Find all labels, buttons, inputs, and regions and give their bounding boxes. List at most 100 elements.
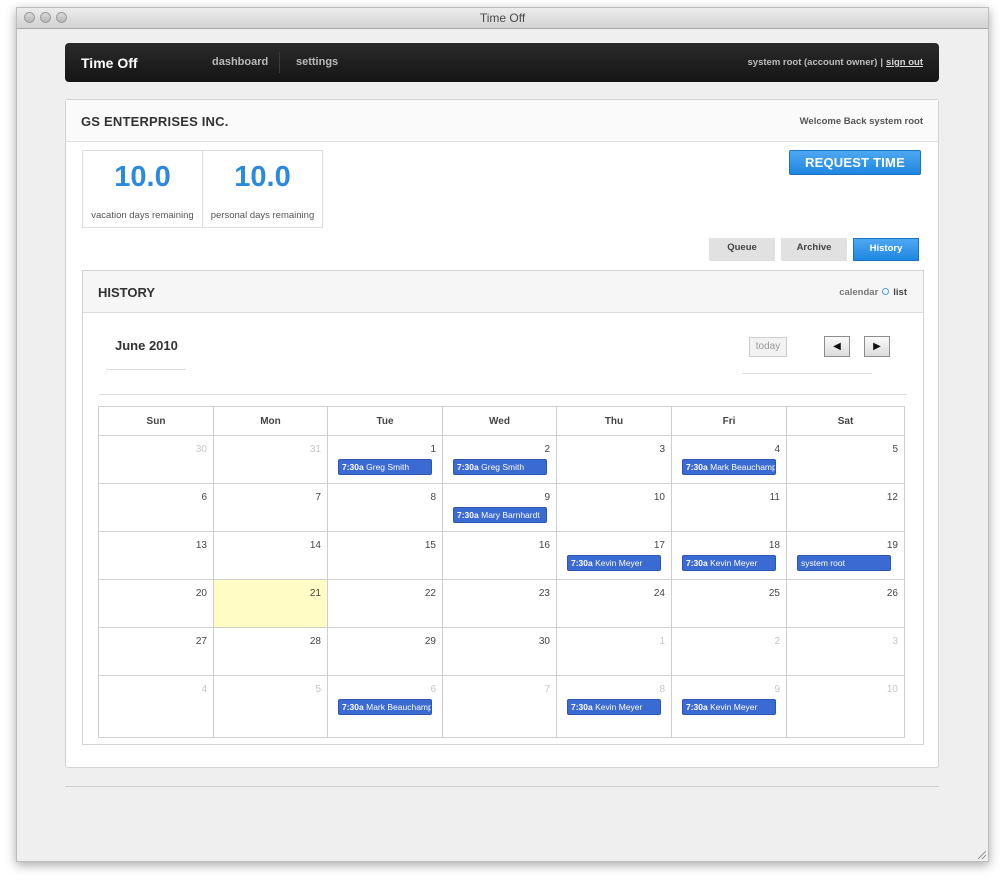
brand-logo[interactable]: Time Off: [81, 55, 138, 71]
nav-settings-link[interactable]: settings: [296, 56, 338, 68]
welcome-message: Welcome Back system root: [799, 116, 923, 127]
next-month-button[interactable]: ▶: [864, 336, 890, 357]
calendar-day[interactable]: 27: [99, 628, 214, 676]
day-number: 5: [315, 684, 321, 695]
time-off-event[interactable]: 7:30a Kevin Meyer: [567, 555, 661, 571]
event-time: 7:30a: [457, 462, 479, 472]
calendar-day[interactable]: 13: [99, 532, 214, 580]
time-off-event[interactable]: 7:30a Mark Beauchamp: [682, 459, 776, 475]
calendar-day[interactable]: 16: [443, 532, 557, 580]
calendar-day[interactable]: 15: [328, 532, 443, 580]
calendar-day[interactable]: 25: [672, 580, 787, 628]
day-number: 20: [195, 588, 207, 599]
month-underline: [106, 369, 186, 370]
day-number: 2: [774, 636, 780, 647]
day-number: 27: [195, 636, 207, 647]
history-header: HISTORY calendar list: [83, 271, 923, 313]
resize-grip-icon[interactable]: [978, 851, 986, 859]
calendar-day[interactable]: 1 7:30a Greg Smith: [328, 436, 443, 484]
personal-days-label: personal days remaining: [210, 210, 315, 221]
time-off-event[interactable]: 7:30a Greg Smith: [453, 459, 547, 475]
calendar-day[interactable]: 24: [557, 580, 672, 628]
calendar-day[interactable]: 7: [214, 484, 328, 532]
time-off-event[interactable]: system root: [797, 555, 891, 571]
tab-history[interactable]: History: [853, 238, 919, 261]
time-off-event[interactable]: 7:30a Greg Smith: [338, 459, 432, 475]
day-number: 24: [653, 588, 665, 599]
time-off-event[interactable]: 7:30a Kevin Meyer: [567, 699, 661, 715]
calendar-day[interactable]: 11: [672, 484, 787, 532]
arrow-left-icon: ◀: [833, 341, 841, 352]
calendar-day[interactable]: 5: [214, 676, 328, 737]
title-bar: Time Off: [17, 8, 988, 29]
calendar-day[interactable]: 8 7:30a Kevin Meyer: [557, 676, 672, 737]
list-view-link[interactable]: list: [893, 287, 907, 298]
calendar-day[interactable]: 9 7:30a Kevin Meyer: [672, 676, 787, 737]
day-number: 6: [430, 684, 436, 695]
event-time: 7:30a: [457, 510, 479, 520]
calendar-day[interactable]: 9 7:30a Mary Barnhardt: [443, 484, 557, 532]
history-title: HISTORY: [98, 285, 156, 300]
day-header-6: Sat: [787, 407, 904, 436]
day-number: 8: [430, 492, 436, 503]
calendar-day[interactable]: 6: [99, 484, 214, 532]
day-number: 7: [315, 492, 321, 503]
calendar-day[interactable]: 6 7:30a Mark Beauchamp: [328, 676, 443, 737]
vacation-days-label: vacation days remaining: [91, 210, 194, 221]
calendar-day[interactable]: 4 7:30a Mark Beauchamp: [672, 436, 787, 484]
event-time: 7:30a: [686, 702, 708, 712]
day-number: 22: [424, 588, 436, 599]
calendar-day[interactable]: 12: [787, 484, 904, 532]
calendar-view-link[interactable]: calendar: [839, 287, 878, 298]
day-number: 13: [195, 540, 207, 551]
tab-queue[interactable]: Queue: [709, 238, 775, 261]
nav-dashboard-link[interactable]: dashboard: [212, 56, 268, 68]
calendar-day[interactable]: 26: [787, 580, 904, 628]
calendar-day[interactable]: 2: [672, 628, 787, 676]
calendar-day[interactable]: 30: [99, 436, 214, 484]
prev-month-button[interactable]: ◀: [824, 336, 850, 357]
calendar-day[interactable]: 28: [214, 628, 328, 676]
time-off-event[interactable]: 7:30a Kevin Meyer: [682, 699, 776, 715]
calendar-day[interactable]: 10: [787, 676, 904, 737]
day-number: 30: [195, 444, 207, 455]
time-off-event[interactable]: 7:30a Kevin Meyer: [682, 555, 776, 571]
calendar-day[interactable]: 30: [443, 628, 557, 676]
calendar-day[interactable]: 3: [787, 628, 904, 676]
time-off-event[interactable]: 7:30a Mary Barnhardt: [453, 507, 547, 523]
day-number: 25: [768, 588, 780, 599]
day-number: 19: [886, 540, 898, 551]
calendar-day[interactable]: 31: [214, 436, 328, 484]
calendar-day[interactable]: 17 7:30a Kevin Meyer: [557, 532, 672, 580]
calendar-day[interactable]: 19 system root: [787, 532, 904, 580]
calendar-day[interactable]: 4: [99, 676, 214, 737]
calendar-day-today[interactable]: 21: [214, 580, 328, 628]
day-number: 9: [544, 492, 550, 503]
calendar-day[interactable]: 1: [557, 628, 672, 676]
day-number: 29: [424, 636, 436, 647]
month-title: June 2010: [115, 338, 178, 353]
calendar-day[interactable]: 8: [328, 484, 443, 532]
calendar-day[interactable]: 23: [443, 580, 557, 628]
calendar-day[interactable]: 14: [214, 532, 328, 580]
calendar-day[interactable]: 20: [99, 580, 214, 628]
calendar-day[interactable]: 3: [557, 436, 672, 484]
tab-archive[interactable]: Archive: [781, 238, 847, 261]
request-time-off-button[interactable]: REQUEST TIME OFF: [789, 150, 921, 193]
footer-divider: [65, 786, 939, 787]
day-header-2: Tue: [328, 407, 443, 436]
time-off-event[interactable]: 7:30a Mark Beauchamp: [338, 699, 432, 715]
calendar-day[interactable]: 2 7:30a Greg Smith: [443, 436, 557, 484]
calendar-day[interactable]: 29: [328, 628, 443, 676]
calendar-day[interactable]: 22: [328, 580, 443, 628]
today-button[interactable]: today: [749, 337, 787, 357]
calendar-day[interactable]: 5: [787, 436, 904, 484]
calendar-day[interactable]: 7: [443, 676, 557, 737]
calendar-day[interactable]: 10: [557, 484, 672, 532]
day-number: 9: [774, 684, 780, 695]
calendar-day[interactable]: 18 7:30a Kevin Meyer: [672, 532, 787, 580]
sign-out-link[interactable]: sign out: [886, 57, 923, 68]
nav-underline: [742, 373, 872, 374]
view-separator-icon: [882, 288, 890, 296]
company-name: GS ENTERPRISES INC.: [81, 114, 229, 129]
